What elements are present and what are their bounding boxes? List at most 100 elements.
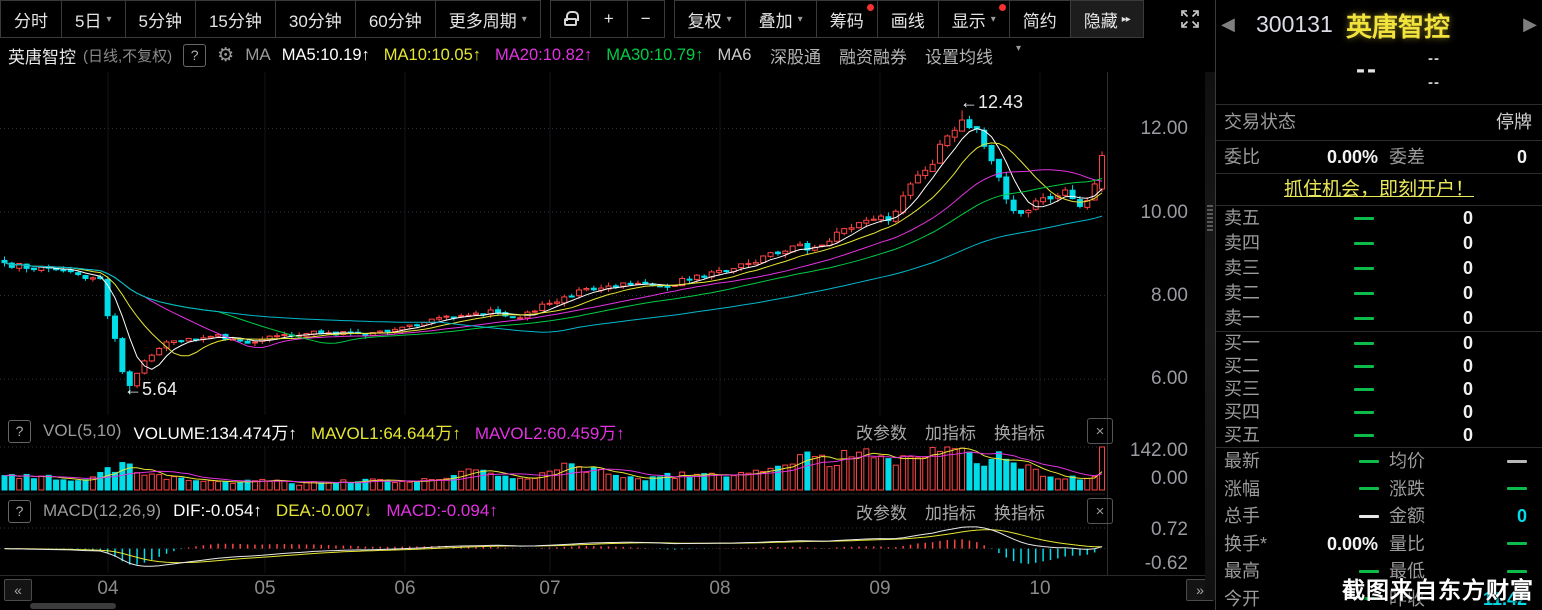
buy-order-book: 买一0买二0买三0买四0买五0: [1216, 331, 1542, 447]
help-icon[interactable]: ?: [183, 44, 206, 67]
order-volume: 0: [1463, 256, 1473, 281]
quote-header: ◀ 300131 英唐智控 ▶ -- -- --: [1216, 0, 1542, 104]
macd-panel-header: ? MACD(12,26,9) DIF:-0.054↑DEA:-0.007↓MA…: [0, 495, 1105, 527]
caret-down-icon: ▾: [1016, 43, 1021, 68]
panel-action-0[interactable]: 改参数: [856, 499, 907, 524]
month-label: 06: [394, 578, 415, 600]
tool-button-6[interactable]: 隐藏▸▸: [1071, 0, 1144, 38]
indicator-value: VOLUME:134.474万↑: [133, 419, 296, 444]
close-icon[interactable]: ×: [1087, 418, 1113, 444]
caret-down-icon: ▾: [798, 14, 803, 25]
indicator-value: DEA:-0.007↓: [276, 501, 372, 521]
ma-value: MA30:10.79↑: [606, 46, 703, 65]
stat-label: 量比: [1389, 531, 1425, 559]
lock-button[interactable]: [550, 0, 591, 38]
header-link-2[interactable]: 设置均线: [925, 43, 993, 68]
help-icon[interactable]: ?: [8, 500, 31, 523]
tool-button-2[interactable]: 筹码: [817, 0, 878, 38]
horizontal-scrollbar-thumb[interactable]: [30, 603, 116, 609]
prev-stock-icon[interactable]: ◀: [1221, 14, 1235, 35]
order-volume: 0: [1463, 332, 1473, 355]
open-account-link[interactable]: 抓住机会，即刻开户！: [1284, 179, 1474, 200]
order-level-label: 卖五: [1224, 206, 1260, 231]
panel-action-0[interactable]: 改参数: [856, 419, 907, 444]
header-link-0[interactable]: 深股通: [770, 43, 821, 68]
month-label: 10: [1029, 578, 1050, 600]
period-button[interactable]: 分时: [0, 0, 62, 38]
zoom-in-button[interactable]: +: [591, 0, 628, 38]
stat-label: 涨跌: [1389, 476, 1425, 504]
tool-button-5[interactable]: 简约: [1010, 0, 1071, 38]
panel-action-1[interactable]: 加指标: [925, 499, 976, 524]
order-volume: 0: [1463, 355, 1473, 378]
period-button[interactable]: 30分钟: [276, 0, 356, 38]
trading-status-label: 交易状态: [1224, 105, 1296, 140]
buy-row-3: 买四0: [1216, 401, 1542, 424]
next-stock-icon[interactable]: ▶: [1523, 14, 1537, 35]
stat-row-2: 总手金额0: [1216, 503, 1542, 531]
panel-action-2[interactable]: 换指标: [994, 499, 1045, 524]
quote-panel: ◀ 300131 英唐智控 ▶ -- -- -- 交易状态 停牌 委比 0.00…: [1215, 0, 1542, 610]
tool-button-3[interactable]: 画线: [878, 0, 939, 38]
stat-dash: [1359, 487, 1379, 490]
weibi-label: 委比: [1224, 141, 1260, 173]
panel-action-2[interactable]: 换指标: [994, 419, 1045, 444]
volume-indicator-title: VOL(5,10): [43, 421, 121, 441]
tool-button-4[interactable]: 显示▾: [939, 0, 1010, 38]
volume-axis-label: 142.00: [1110, 440, 1188, 462]
header-link-1[interactable]: 融资融券: [839, 43, 907, 68]
order-volume: 0: [1463, 401, 1473, 424]
caret-down-icon: ▾: [991, 14, 996, 25]
order-level-label: 卖一: [1224, 306, 1260, 331]
order-volume: 0: [1463, 231, 1473, 256]
open-account-banner: 抓住机会，即刻开户！: [1216, 173, 1542, 205]
chart-mode-label: (日线,不复权): [83, 45, 172, 66]
buy-row-2: 买三0: [1216, 378, 1542, 401]
sell-row-3: 卖二0: [1216, 281, 1542, 306]
month-label: 07: [539, 578, 560, 600]
period-button[interactable]: 15分钟: [196, 0, 276, 38]
notification-dot: [867, 4, 874, 11]
help-icon[interactable]: ?: [8, 420, 31, 443]
change-percent-placeholder: --: [1428, 74, 1440, 91]
stat-label: 最新: [1224, 448, 1260, 476]
panel-action-1[interactable]: 加指标: [925, 419, 976, 444]
period-button-group: 分时 5日▾ 5分钟 15分钟30分钟 60分钟更多周期▾: [0, 0, 541, 38]
trading-status-row: 交易状态 停牌: [1216, 104, 1542, 140]
ma-prefix-label: MA: [245, 45, 271, 65]
button-label: 60分钟: [369, 7, 422, 32]
button-label: 复权: [688, 7, 722, 32]
tool-button-1[interactable]: 叠加▾: [746, 0, 817, 38]
scroll-left-button[interactable]: «: [4, 579, 32, 601]
order-price-dash: [1354, 434, 1374, 437]
period-button[interactable]: 5日▾: [62, 0, 126, 38]
indicator-value: MAVOL2:60.459万↑: [475, 419, 625, 444]
candlestick-chart[interactable]: [0, 72, 1105, 415]
fullscreen-button[interactable]: [1179, 0, 1201, 38]
price-axis-label: 12.00: [1110, 118, 1188, 140]
toolbar: 分时5日▾5分钟15分钟30分钟60分钟更多周期▾ +− 复权▾叠加▾筹码画线显…: [0, 0, 1215, 38]
period-button[interactable]: 更多周期▾: [436, 0, 541, 38]
gear-icon[interactable]: ⚙: [217, 44, 234, 67]
month-label: 09: [869, 578, 890, 600]
order-price-dash: [1354, 317, 1374, 320]
period-button[interactable]: 60分钟: [356, 0, 436, 38]
order-volume: 0: [1463, 281, 1473, 306]
tool-button-0[interactable]: 复权 ▾: [674, 0, 746, 38]
stat-dash: [1359, 515, 1379, 518]
zoom-out-button[interactable]: −: [628, 0, 665, 38]
double-arrow-icon: ▸▸: [1122, 14, 1130, 25]
button-label: 分时: [14, 7, 48, 32]
period-button[interactable]: 5分钟: [126, 0, 196, 38]
volume-panel-actions: 改参数加指标换指标: [856, 419, 1105, 444]
caret-down-icon: ▾: [727, 14, 732, 25]
order-volume: 0: [1463, 424, 1473, 447]
change-placeholder: --: [1428, 50, 1440, 67]
close-icon[interactable]: ×: [1087, 498, 1113, 524]
button-label: −: [641, 9, 651, 29]
commission-ratio-row: 委比 0.00% 委差 0: [1216, 140, 1542, 173]
button-label: +: [604, 9, 614, 29]
macd-panel-actions: 改参数加指标换指标: [856, 499, 1105, 524]
button-label: 5分钟: [139, 7, 182, 32]
panel-resize-handle[interactable]: [1205, 72, 1215, 600]
